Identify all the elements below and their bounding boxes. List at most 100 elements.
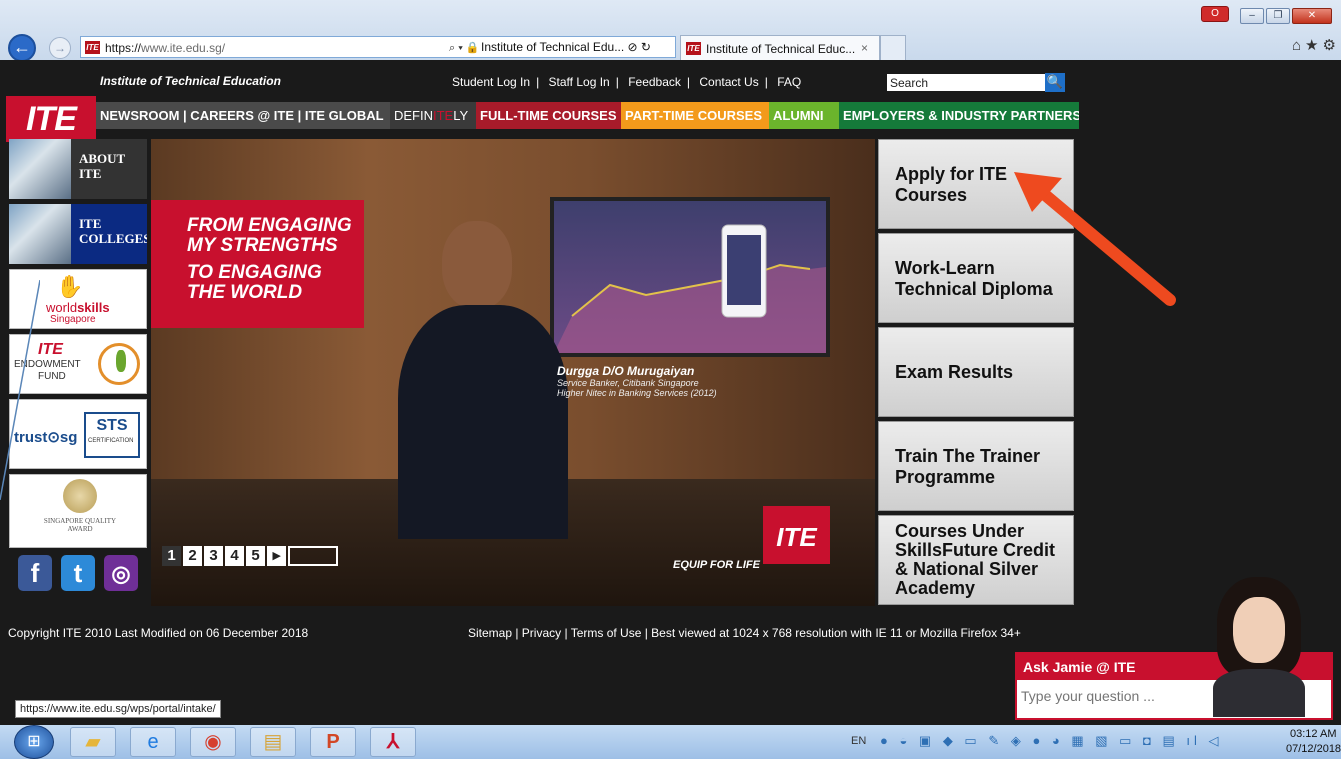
search-lock-icon[interactable]: ⌕ ▾ 🔒 <box>449 41 480 55</box>
chat-input[interactable] <box>1021 685 1209 707</box>
ite-logo[interactable]: ITE <box>6 96 96 142</box>
sts-sub: CERTIFICATION <box>88 438 134 444</box>
footer-links[interactable]: Sitemap | Privacy | Terms of Use | Best … <box>468 626 1021 640</box>
tab-close-icon[interactable]: × <box>861 41 868 55</box>
menu-full-time-courses[interactable]: FULL-TIME COURSES <box>476 102 621 129</box>
quick-link-train-the-trainer[interactable]: Train The Trainer Programme <box>878 421 1074 511</box>
tab-second[interactable]: ITE Institute of Technical Educ... × <box>680 35 880 60</box>
address-bar[interactable]: ITE https://www.ite.edu.sg/ ⌕ ▾ 🔒 Instit… <box>80 36 676 58</box>
menu-newsroom-careers-global[interactable]: NEWSROOM | CAREERS @ ITE | ITE GLOBAL <box>96 102 390 129</box>
hero-person-course: Higher Nitec in Banking Services (2012) <box>557 388 717 398</box>
tab-active[interactable]: Institute of Technical Edu... ⊘ ↻ <box>481 40 651 54</box>
worldskills-icon: ✋ <box>56 274 84 299</box>
site-favicon: ITE <box>85 41 100 54</box>
browser-chrome: ← → ITE https://www.ite.edu.sg/ ⌕ ▾ 🔒 In… <box>0 0 1341 62</box>
hero-person-role: Service Banker, Citibank Singapore <box>557 378 699 388</box>
worldskills-logo-text: worldskills <box>46 300 110 315</box>
tab-favicon: ITE <box>686 42 701 55</box>
url-host: www.ite.edu.sg/ <box>141 41 226 55</box>
link-faq[interactable]: FAQ <box>777 75 801 89</box>
pager-page-3[interactable]: 3 <box>204 546 223 566</box>
link-staff-login[interactable]: Staff Log In <box>549 75 610 89</box>
plant-hands-icon <box>98 343 140 385</box>
fund-label: FUND <box>38 371 66 382</box>
definitely-c: LY <box>453 108 469 123</box>
slide-pager: 1 2 3 4 5 ▸ <box>162 546 338 566</box>
search-icon[interactable]: 🔍 <box>1045 73 1065 92</box>
new-tab-button[interactable] <box>880 35 906 60</box>
copyright-text: Copyright ITE 2010 Last Modified on 06 D… <box>8 626 309 640</box>
link-student-login[interactable]: Student Log In <box>452 75 530 89</box>
clock-date[interactable]: 07/12/2018 <box>1286 743 1341 755</box>
instagram-icon[interactable]: ◎ <box>104 555 138 591</box>
sidebar-item-about[interactable]: ABOUT ITE <box>9 139 147 199</box>
hero-banner[interactable]: FROM ENGAGING MY STRENGTHS TO ENGAGING T… <box>151 139 875 606</box>
definitely-b: ITE <box>433 108 454 123</box>
separator: | <box>536 75 540 89</box>
link-contact-us[interactable]: Contact Us <box>699 75 758 89</box>
internet-explorer-icon[interactable]: e <box>130 727 176 757</box>
medal-icon <box>63 479 97 513</box>
quick-link-exam-results[interactable]: Exam Results <box>878 327 1074 417</box>
tab-title: Institute of Technical Educ... <box>706 42 856 56</box>
avatar-body <box>1213 669 1305 717</box>
search-input[interactable] <box>887 74 1045 91</box>
person-head <box>442 221 512 309</box>
web-page: ITE Institute of Technical Education Stu… <box>0 60 1341 725</box>
clock-time[interactable]: 03:12 AM <box>1290 728 1336 740</box>
folder-icon[interactable]: ▰ <box>70 727 116 757</box>
hero-person <box>398 221 568 539</box>
minimize-button[interactable]: – <box>1240 8 1264 24</box>
sidebar-item-colleges[interactable]: ITE COLLEGES <box>9 204 147 264</box>
forward-button[interactable]: → <box>49 37 71 59</box>
menu-definitely[interactable]: DEFINITELY <box>390 102 476 129</box>
separator: | <box>615 75 619 89</box>
link-feedback[interactable]: Feedback <box>628 75 681 89</box>
address-url[interactable]: https://www.ite.edu.sg/ <box>105 41 225 55</box>
hero-screen-graphic <box>550 197 830 357</box>
taskbar: ⊞ ▰ e ◉ ▤ P ⅄ EN ● ◒ ▣ ◆ ▭ ✎ ◈ ● ◕ ▦ ▧ ▭… <box>0 725 1341 759</box>
close-button[interactable]: ✕ <box>1292 8 1332 24</box>
worldskills-sub: Singapore <box>50 314 96 325</box>
office-icon[interactable]: O <box>1201 6 1229 22</box>
avatar-face <box>1233 597 1285 663</box>
url-prefix: https:// <box>105 41 142 55</box>
sqa-label: SINGAPORE QUALITY AWARD <box>43 517 117 533</box>
powerpoint-icon[interactable]: P <box>310 727 356 757</box>
twitter-icon[interactable]: t <box>61 555 95 591</box>
about-thumbnail <box>9 139 71 199</box>
institute-name: Institute of Technical Education <box>100 74 281 88</box>
maximize-button[interactable]: ❐ <box>1266 8 1290 24</box>
slide-decoration-line <box>0 280 40 500</box>
chrome-icon[interactable]: ◉ <box>190 727 236 757</box>
equip-for-life-slogan: EQUIP FOR LIFE <box>673 559 760 571</box>
sidebar-label: ABOUT ITE <box>79 151 125 181</box>
top-links: Student Log In | Staff Log In | Feedback | … <box>452 75 801 89</box>
jamie-avatar <box>1213 577 1305 717</box>
pager-page-1[interactable]: 1 <box>162 546 181 566</box>
home-favorites-settings-icon[interactable]: ⌂★⚙ <box>1292 36 1340 54</box>
colleges-thumbnail <box>9 204 71 264</box>
hero-person-name: Durgga D/O Murugaiyan <box>557 364 695 378</box>
menu-alumni[interactable]: ALUMNI <box>769 102 839 129</box>
system-tray-icons[interactable]: ● ◒ ▣ ◆ ▭ ✎ ◈ ● ◕ ▦ ▧ ▭ ◘ ▤ ıl ◁ <box>880 733 1223 749</box>
tab-title: Institute of Technical Edu... <box>481 40 625 54</box>
back-button[interactable]: ← <box>8 34 36 62</box>
separator: | <box>686 75 691 89</box>
next-slide-icon[interactable]: ▸ <box>267 546 286 566</box>
pager-page-2[interactable]: 2 <box>183 546 202 566</box>
menu-employers[interactable]: EMPLOYERS & INDUSTRY PARTNERS <box>839 102 1079 129</box>
language-indicator[interactable]: EN <box>851 735 866 747</box>
pager-page-5[interactable]: 5 <box>246 546 265 566</box>
sidebar-label: ITE COLLEGES <box>79 216 147 246</box>
start-button-icon[interactable]: ⊞ <box>14 725 54 759</box>
facebook-icon[interactable]: f <box>18 555 52 591</box>
pager-page-4[interactable]: 4 <box>225 546 244 566</box>
ws-b: skills <box>77 300 110 315</box>
acrobat-icon[interactable]: ⅄ <box>370 727 416 757</box>
quick-link-skillsfuture[interactable]: Courses Under SkillsFuture Credit & Nati… <box>878 515 1074 605</box>
file-manager-icon[interactable]: ▤ <box>250 727 296 757</box>
definitely-a: DEFIN <box>394 108 433 123</box>
menu-part-time-courses[interactable]: PART-TIME COURSES <box>621 102 769 129</box>
stop-refresh-icon[interactable]: ⊘ ↻ <box>628 40 651 54</box>
